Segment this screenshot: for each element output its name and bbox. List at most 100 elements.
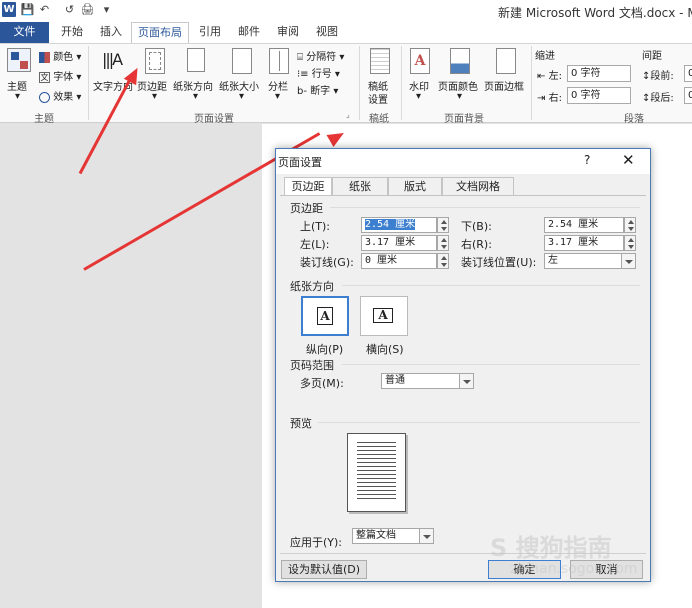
sogou-watermark: S 搜狗指南 [490,534,612,562]
left-margin-stepper[interactable] [437,235,449,251]
indent-title: 缩进 [535,51,555,62]
tab-review[interactable]: 审阅 [271,22,305,43]
undo-icon[interactable]: ↶ [37,3,52,17]
tab-layout[interactable]: 版式 [388,177,442,195]
landscape-option[interactable]: A [360,296,408,336]
hyphenation-button[interactable]: b- 断字 ▾ [297,82,338,97]
orientation-button[interactable]: 纸张方向 ▾ [173,46,219,104]
bottom-margin-stepper[interactable] [624,217,636,233]
page-borders-icon [496,48,516,74]
gutter-input[interactable]: 0 厘米 [361,253,437,269]
section-divider [330,207,640,208]
tab-file[interactable]: 文件 [0,22,49,43]
spacing-after-input[interactable]: 0 [684,87,692,104]
watermark-button[interactable]: A 水印 ▾ [405,46,435,104]
print-preview-icon[interactable]: 🖨 [80,3,95,17]
apply-to-value: 整篇文档 [356,530,396,541]
tab-paper[interactable]: 纸张 [332,177,388,195]
margins-button[interactable]: 页边距 ▾ [137,46,173,104]
customize-icon[interactable]: ▾ [99,3,114,17]
close-icon[interactable]: ✕ [622,151,635,169]
ribbon: 主题 ▾ 颜色 ▾ 文 字体 ▾ 效果 ▾ 主题 |||A 文字方向 页边距 ▾… [0,43,692,125]
effects-icon [39,91,50,103]
tab-margins[interactable]: 页边距 [284,177,332,196]
top-margin-input[interactable]: 2.54 厘米 [361,217,437,233]
line-numbers-label: 行号 [311,69,332,80]
tab-document-grid[interactable]: 文档网格 [442,177,514,195]
top-margin-value: 2.54 厘米 [365,219,416,230]
tab-view[interactable]: 视图 [310,22,344,43]
colors-button[interactable]: 颜色 ▾ [39,48,81,63]
chevron-down-icon: ▾ [152,91,158,102]
gutter-stepper[interactable] [437,253,449,269]
ribbon-tabs: 文件 开始 插入 页面布局 引用 邮件 审阅 视图 [0,22,692,44]
spacing-before-input[interactable]: 0 [684,65,692,82]
spacing-title: 间距 [642,51,662,62]
hyphenation-icon: b- [297,86,307,97]
themes-button[interactable]: 主题 ▾ [4,46,34,104]
line-numbers-button[interactable]: ⁝≡ 行号 ▾ [297,65,340,80]
pages-section-title: 页码范围 [290,359,334,372]
tab-home[interactable]: 开始 [55,22,89,43]
indent-left-label: ⇤ 左: [537,67,562,82]
dialog-title-bar[interactable]: 页面设置 ? ✕ [276,149,650,174]
indent-right-input[interactable]: 0 字符 [567,87,631,104]
section-divider [318,422,640,423]
gutter-position-value: 左 [548,255,558,266]
indent-right-label: ⇥ 右: [537,89,562,104]
right-margin-label: 右(R): [461,238,492,251]
margins-icon [145,48,165,74]
tab-mailings[interactable]: 邮件 [232,22,266,43]
draft-paper-settings-button[interactable]: 稿纸 设置 [363,46,397,106]
section-divider [342,285,640,286]
effects-button[interactable]: 效果 ▾ [39,88,81,103]
right-margin-stepper[interactable] [624,235,636,251]
landscape-icon: A [373,308,393,323]
spacing-before-text: 段前: [650,71,674,82]
chevron-down-icon [459,374,473,388]
indent-left-input[interactable]: 0 字符 [567,65,631,82]
group-label-page-background: 页面背景 [444,114,484,125]
chevron-down-icon: ▾ [275,91,281,102]
draft-paper-label-2: 设置 [368,95,388,106]
margins-section-title: 页边距 [290,202,323,215]
page-borders-button[interactable]: 页面边框 [483,46,529,104]
save-icon[interactable]: 💾 [20,3,35,17]
bottom-margin-input[interactable]: 2.54 厘米 [544,217,624,233]
page-borders-label: 页面边框 [484,82,524,93]
text-direction-icon: |||A [102,50,123,69]
set-default-button[interactable]: 设为默认值(D) [281,560,367,579]
section-divider [342,364,640,365]
tab-references[interactable]: 引用 [193,22,227,43]
gutter-label: 装订线(G): [300,256,354,269]
multiple-pages-value: 普通 [385,375,405,386]
preview-text-lines [357,442,396,502]
colors-label: 颜色 [53,52,74,63]
top-margin-stepper[interactable] [437,217,449,233]
left-margin-input[interactable]: 3.17 厘米 [361,235,437,251]
tab-insert[interactable]: 插入 [94,22,128,43]
page-color-button[interactable]: 页面颜色 ▾ [437,46,483,104]
breaks-button[interactable]: ⌸ 分隔符 ▾ [297,48,344,63]
tab-page-layout[interactable]: 页面布局 [131,22,189,44]
size-button[interactable]: 纸张大小 ▾ [219,46,265,104]
group-label-page-setup: 页面设置 [194,114,234,125]
left-margin-label: 左(L): [300,238,330,251]
top-margin-label: 上(T): [300,220,331,233]
gutter-position-select[interactable]: 左 [544,253,636,269]
dialog-launcher-icon[interactable]: ⌟ [346,110,355,119]
word-app-icon[interactable]: W [2,2,16,17]
apply-to-select[interactable]: 整篇文档 [352,528,434,544]
multiple-pages-select[interactable]: 普通 [381,373,474,389]
spacing-after-text: 段后: [650,93,674,104]
redo-icon[interactable]: ↺ [62,3,77,17]
group-label-paper: 稿纸 [369,114,389,125]
columns-button[interactable]: 分栏 ▾ [266,46,292,104]
dialog-title: 页面设置 [278,156,322,169]
portrait-option[interactable]: A [301,296,349,336]
help-button[interactable]: ? [584,153,590,167]
fonts-button[interactable]: 文 字体 ▾ [39,68,81,83]
right-margin-input[interactable]: 3.17 厘米 [544,235,624,251]
page-setup-dialog: 页面设置 ? ✕ 页边距 纸张 版式 文档网格 页边距 上(T): 2.54 厘… [275,148,651,582]
chevron-down-icon [419,529,433,543]
